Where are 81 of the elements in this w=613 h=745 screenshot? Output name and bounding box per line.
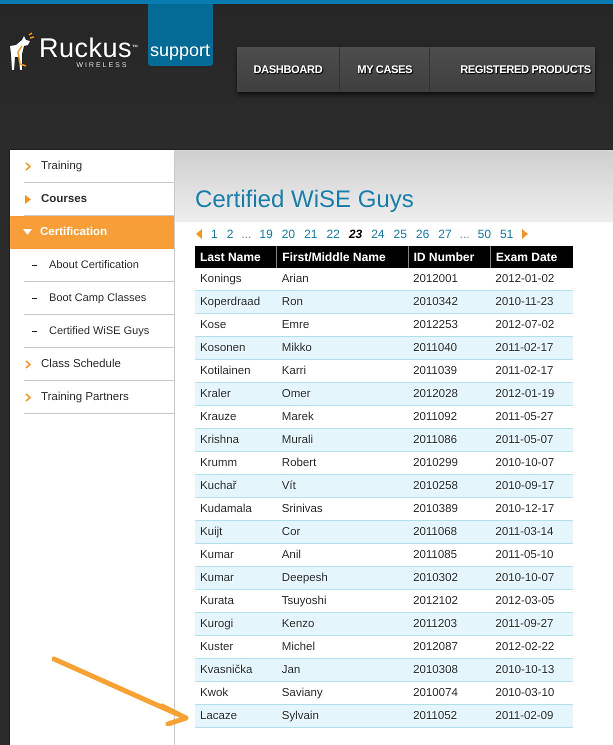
page-link[interactable]: 20 [280,227,296,241]
table-cell: Vít [276,474,408,498]
table-cell: 2010342 [408,290,490,314]
table-cell: 2010-10-13 [490,658,573,682]
table-cell: Murali [276,428,408,452]
page-link[interactable]: 51 [499,227,514,241]
table-cell: 2011203 [408,612,490,636]
table-cell: 2012-01-19 [490,382,573,406]
chevron-right-icon [24,360,33,368]
page-link[interactable]: 26 [414,227,430,241]
dash-icon [32,264,37,266]
sidebar-item[interactable]: Class Schedule [24,348,174,381]
table-cell: Kvasnička [195,658,277,682]
table-cell: 2011052 [408,704,490,728]
table-cell: 2010-11-23 [490,290,573,314]
table-cell: Mikko [276,336,408,360]
column-header: Last Name [195,246,277,268]
chevron-right-icon [24,162,33,170]
sidebar-item[interactable]: Boot Camp Classes [24,282,174,315]
sidebar-item[interactable]: Training Partners [24,381,174,414]
dog-icon [10,32,35,71]
table-cell: Kurogi [195,612,277,636]
nav-tab[interactable]: MY CASES [340,47,430,92]
page-link[interactable]: 1 [210,227,219,241]
nav-tab[interactable]: DASHBOARD [236,47,340,92]
ellipsis: ... [460,227,470,241]
table-cell: 2011040 [408,336,490,360]
table-cell: 2011068 [408,520,490,544]
triangle-down-icon [23,228,32,236]
table-cell: 2010-09-17 [490,474,573,498]
sidebar-item[interactable]: About Certification [24,249,174,282]
page-link[interactable]: 25 [392,227,408,241]
table-cell: 2011086 [408,428,490,452]
table-cell: 2012028 [408,382,490,406]
table-cell: 2011-05-07 [490,428,573,452]
table-cell: Omer [276,382,408,406]
table-cell: 2011-09-27 [490,612,573,636]
sidebar-item[interactable]: Certified WiSE Guys [24,315,174,348]
table-cell: Ron [276,290,408,314]
next-page-icon[interactable] [521,229,530,239]
column-header: Exam Date [490,246,573,268]
page-link[interactable]: 23 [348,227,364,241]
dash-icon [32,330,37,332]
table-cell: Kuijt [195,520,277,544]
column-header: ID Number [408,246,490,268]
table-cell: Deepesh [276,566,408,590]
table-cell: Kumar [195,566,277,590]
page-link[interactable]: 2 [226,227,234,241]
table-cell: Kuchař [195,474,277,498]
page-link[interactable]: 24 [370,227,386,241]
triangle-right-icon [24,194,33,204]
page-title: Certified WiSE Guys [195,186,414,214]
ellipsis: ... [241,227,252,241]
table-cell: Sylvain [276,704,408,728]
table-cell: Kraler [195,382,277,406]
table-cell: Jan [276,658,408,682]
table-cell: Cor [276,520,408,544]
table-cell: 2010258 [408,474,490,498]
page-link[interactable]: 50 [476,227,492,241]
column-header: First/Middle Name [276,246,408,268]
table-cell: Krishna [195,428,277,452]
chevron-right-icon [24,392,33,402]
page-link[interactable]: 27 [437,227,453,241]
previous-page-icon[interactable] [195,229,203,239]
page-link[interactable]: 22 [325,227,341,241]
support-tab[interactable]: support [148,4,213,66]
table-cell: 2010302 [408,566,490,590]
table-cell: 2011-02-17 [490,336,573,360]
nav-tab[interactable]: REGISTERED PRODUCTS [430,47,595,92]
table-cell: 2011-02-09 [490,704,573,728]
page-link[interactable]: 21 [303,227,318,241]
sidebar-item[interactable]: Training [24,150,174,183]
table-cell: Koperdraad [195,290,277,314]
table-cell: 2011-03-14 [490,520,573,544]
table-cell: 2010-10-07 [490,566,573,590]
page-link[interactable]: 19 [258,227,274,241]
table-cell: Lacaze [195,704,277,728]
table-cell: Kosonen [195,336,277,360]
table-cell: Kenzo [276,612,408,636]
table-cell: 2010308 [408,658,490,682]
logo-text: Ruckus$^{™}$ [39,34,139,62]
